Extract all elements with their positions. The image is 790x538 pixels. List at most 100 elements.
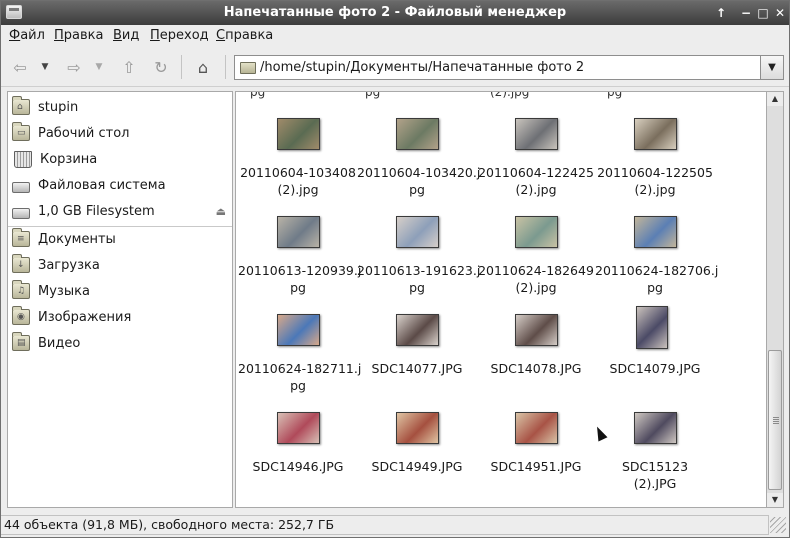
file-item[interactable]: 20110624-182711.j pg — [238, 314, 361, 406]
menu-help-mnemonic: С — [216, 28, 226, 43]
menu-go[interactable]: Переход — [150, 28, 209, 43]
photo-thumbnail — [515, 216, 558, 248]
sidebar-item-1[interactable]: ▭ Рабочий стол — [12, 122, 230, 143]
eject-icon[interactable]: ⏏ — [216, 205, 226, 218]
file-name: SDC14951.JPG — [490, 459, 582, 474]
music-folder-icon: ♫ — [12, 280, 30, 299]
photo-thumbnail — [277, 118, 320, 150]
sidebar-item-4[interactable]: 1,0 GB Filesystem ⏏ — [12, 201, 230, 221]
back-history-dropdown[interactable]: ▼ — [37, 55, 53, 79]
scroll-up-button[interactable]: ▲ — [767, 92, 783, 106]
menu-help-label: правка — [225, 28, 274, 43]
file-item[interactable]: 20110604-122505 (2).jpg — [595, 118, 715, 210]
up-button[interactable]: ⇧ — [116, 55, 142, 79]
menu-edit[interactable]: Правка — [54, 28, 103, 43]
sidebar-item-label: Загрузка — [38, 257, 100, 273]
menu-bar: Файл Правка Вид Переход Справка — [1, 25, 789, 47]
sidebar: ⌂ stupin ▭ Рабочий стол Корзина Файловая сист… — [7, 91, 233, 508]
menu-view-mnemonic: В — [113, 28, 122, 43]
file-item[interactable]: SDC14946.JPG — [238, 412, 358, 504]
file-view[interactable]: pg pg (2).jpg pg 20110604-103408 (2).jpg 2011… — [235, 91, 767, 508]
status-bar: 44 объекта (91,8 МБ), свободного места: … — [1, 513, 789, 537]
menu-edit-label: равка — [63, 28, 104, 43]
sidebar-separator — [8, 226, 232, 227]
file-item[interactable]: 20110613-120939.j pg — [238, 216, 362, 308]
file-name: 20110613-120939.j pg — [238, 263, 362, 295]
sidebar-item-label: Музыка — [38, 283, 90, 299]
location-bar[interactable]: /home/stupin/Документы/Напечатанные фото… — [234, 55, 761, 80]
photo-thumbnail — [636, 306, 668, 349]
file-item[interactable]: 20110613-191623.j pg — [357, 216, 481, 308]
sidebar-item-0[interactable]: ⌂ stupin — [12, 96, 230, 117]
forward-history-dropdown[interactable]: ▼ — [91, 55, 107, 79]
title-bar[interactable]: Напечатанные фото 2 - Файловый менеджер … — [1, 1, 789, 25]
reload-button[interactable]: ↻ — [148, 55, 174, 79]
menu-file-mnemonic: Ф — [9, 28, 21, 43]
file-item[interactable]: SDC14077.JPG — [357, 314, 477, 406]
file-item[interactable]: 20110624-182706.j pg — [595, 216, 718, 308]
file-item[interactable]: 20110624-182649 (2).jpg — [476, 216, 596, 308]
file-manager-window: Напечатанные фото 2 - Файловый менеджер … — [0, 0, 790, 538]
file-name: 20110624-182649 (2).jpg — [478, 263, 594, 295]
sidebar-bookmark-0[interactable]: ≡ Документы — [12, 228, 230, 249]
sidebar-item-3[interactable]: Файловая система — [12, 175, 230, 195]
scroll-down-button[interactable]: ▼ — [767, 493, 783, 507]
forward-arrow-icon: ⇨ — [67, 57, 81, 77]
folder-emblem-icon: ▤ — [17, 338, 26, 348]
toolbar-separator — [181, 55, 182, 79]
menu-file-label: айл — [20, 28, 45, 43]
removable-drive-icon — [12, 207, 30, 219]
sidebar-item-label: Изображения — [38, 309, 132, 325]
file-item[interactable]: 20110604-122425 (2).jpg — [476, 118, 596, 210]
pictures-folder-icon: ◉ — [12, 306, 30, 325]
window-title: Напечатанные фото 2 - Файловый менеджер — [223, 5, 567, 20]
location-path: /home/stupin/Документы/Напечатанные фото… — [260, 60, 585, 75]
file-name: 20110613-191623.j pg — [357, 263, 481, 295]
vertical-scrollbar[interactable]: ▲ ▼ — [767, 91, 784, 508]
keep-above-button[interactable]: ↑ — [712, 4, 730, 22]
sidebar-bookmark-4[interactable]: ▤ Видео — [12, 332, 230, 353]
file-item[interactable]: 20110604-103408 (2).jpg — [238, 118, 358, 210]
location-history-dropdown[interactable]: ▼ — [761, 55, 784, 80]
file-item[interactable]: SDC14079.JPG — [595, 306, 715, 406]
scroll-grip — [773, 417, 779, 425]
folder-emblem-icon: ♫ — [17, 286, 26, 296]
menu-help[interactable]: Справка — [216, 28, 273, 43]
back-arrow-icon: ⇦ — [13, 57, 27, 77]
file-item[interactable]: 20110604-103420.j pg — [357, 118, 481, 210]
resize-grip[interactable] — [770, 517, 786, 533]
home-button[interactable]: ⌂ — [190, 55, 216, 79]
back-button[interactable]: ⇦ — [7, 55, 33, 79]
file-item[interactable]: SDC14949.JPG — [357, 412, 477, 504]
sidebar-bookmark-2[interactable]: ♫ Музыка — [12, 280, 230, 301]
sidebar-item-2[interactable]: Корзина — [12, 149, 230, 169]
file-item[interactable]: SDC15123 (2).JPG — [595, 412, 715, 504]
sidebar-item-label: Видео — [38, 335, 81, 351]
photo-thumbnail — [515, 314, 558, 346]
menu-file[interactable]: Файл — [9, 28, 45, 43]
photo-thumbnail — [515, 412, 558, 444]
home-icon: ⌂ — [197, 57, 209, 77]
folder-emblem-icon: ⌂ — [17, 102, 23, 112]
file-item[interactable]: SDC14951.JPG — [476, 412, 596, 504]
close-button[interactable]: ✕ — [771, 4, 789, 22]
forward-button[interactable]: ⇨ — [61, 55, 87, 79]
desktop-folder-icon: ▭ — [12, 122, 30, 141]
status-text: 44 объекта (91,8 МБ), свободного места: … — [4, 517, 335, 532]
file-item[interactable]: SDC14078.JPG — [476, 314, 596, 406]
file-name: 20110604-122425 (2).jpg — [478, 165, 594, 197]
sidebar-bookmark-1[interactable]: ↓ Загрузка — [12, 254, 230, 275]
minimize-button[interactable]: − — [737, 4, 755, 22]
trash-icon — [14, 150, 32, 168]
file-name: SDC14077.JPG — [371, 361, 463, 376]
toolbar-separator — [225, 55, 226, 79]
menu-go-mnemonic: П — [150, 28, 160, 43]
scroll-thumb[interactable] — [768, 350, 782, 490]
up-arrow-icon: ⇧ — [122, 57, 136, 77]
sidebar-bookmark-3[interactable]: ◉ Изображения — [12, 306, 230, 327]
photo-thumbnail — [277, 216, 320, 248]
menu-view[interactable]: Вид — [113, 28, 139, 43]
photo-thumbnail — [277, 314, 320, 346]
file-name: 20110604-103420.j pg — [357, 165, 481, 197]
maximize-button[interactable]: □ — [754, 4, 772, 22]
